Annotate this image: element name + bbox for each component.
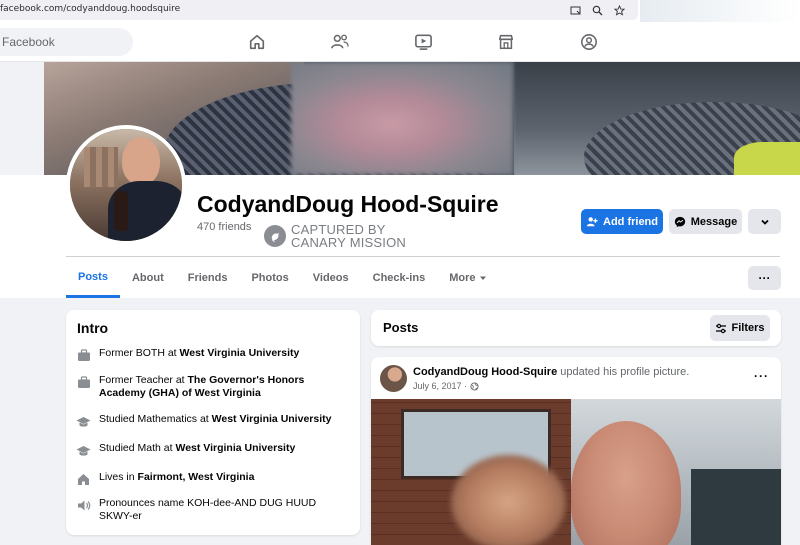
sliders-icon bbox=[716, 323, 727, 333]
marketplace-icon[interactable] bbox=[494, 30, 518, 54]
bookmark-star-icon[interactable] bbox=[612, 3, 626, 17]
profile-tabs: Posts About Friends Photos Videos Check-… bbox=[66, 258, 499, 298]
post-card: CodyandDoug Hood-Squire updated his prof… bbox=[371, 357, 781, 545]
intro-text: Studied Mathematics at bbox=[99, 413, 212, 425]
chevron-down-icon bbox=[760, 219, 769, 225]
profile-name: CodyandDoug Hood-Squire bbox=[197, 191, 499, 217]
message-label: Message bbox=[690, 215, 738, 228]
posts-header-card: Posts Filters bbox=[371, 310, 781, 346]
graduation-cap-icon bbox=[76, 414, 91, 429]
intro-link[interactable]: West Virginia University bbox=[212, 413, 332, 425]
intro-title: Intro bbox=[77, 320, 109, 336]
tab-videos[interactable]: Videos bbox=[301, 258, 361, 298]
tab-label: More bbox=[449, 272, 476, 284]
intro-item-location: Lives in Fairmont, West Virginia bbox=[76, 471, 351, 487]
url-field[interactable]: facebook.com/codyanddoug.hoodsquire bbox=[0, 0, 638, 20]
add-friend-label: Add friend bbox=[603, 215, 658, 228]
post-date[interactable]: July 6, 2017 · bbox=[413, 381, 467, 391]
blurred-face-region bbox=[291, 62, 513, 175]
intro-link[interactable]: West Virginia University bbox=[180, 347, 300, 359]
blurred-face-region bbox=[451, 455, 566, 545]
home-icon[interactable] bbox=[245, 30, 269, 54]
ellipsis-icon: ··· bbox=[758, 271, 771, 285]
add-friend-button[interactable]: Add friend bbox=[581, 209, 663, 234]
briefcase-icon bbox=[76, 375, 91, 390]
search-input[interactable]: Facebook bbox=[0, 28, 133, 56]
speaker-icon[interactable] bbox=[76, 498, 91, 513]
intro-text: Former BOTH at bbox=[99, 347, 180, 359]
divider bbox=[66, 256, 780, 257]
intro-item-work-1: Former BOTH at West Virginia University bbox=[76, 347, 351, 363]
intro-link[interactable]: Fairmont, West Virginia bbox=[138, 471, 255, 483]
profile-picture[interactable] bbox=[66, 125, 186, 245]
post-author-name[interactable]: CodyandDoug Hood-Squire bbox=[413, 366, 557, 378]
post-author-avatar[interactable] bbox=[380, 365, 407, 392]
tab-label: Photos bbox=[251, 272, 289, 284]
message-button[interactable]: Message bbox=[669, 209, 742, 234]
groups-icon[interactable] bbox=[577, 30, 601, 54]
intro-link[interactable]: West Virginia University bbox=[175, 442, 295, 454]
url-text[interactable]: facebook.com/codyanddoug.hoodsquire bbox=[0, 4, 180, 14]
post-header-line: CodyandDoug Hood-Squire updated his prof… bbox=[413, 366, 689, 378]
post-photo[interactable] bbox=[371, 399, 781, 545]
friends-count[interactable]: 470 friends bbox=[197, 221, 251, 233]
pixelated-face-region bbox=[84, 147, 118, 187]
tab-photos[interactable]: Photos bbox=[239, 258, 300, 298]
intro-text: Former Teacher at bbox=[99, 374, 188, 386]
tab-label: Check-ins bbox=[372, 272, 426, 284]
search-placeholder: Facebook bbox=[2, 35, 55, 49]
post-options-icon[interactable]: ··· bbox=[754, 369, 769, 383]
tab-posts[interactable]: Posts bbox=[66, 258, 120, 298]
browser-address-bar: facebook.com/codyanddoug.hoodsquire bbox=[0, 0, 800, 22]
tab-label: Posts bbox=[78, 270, 108, 283]
home-icon bbox=[76, 472, 91, 487]
tab-about[interactable]: About bbox=[120, 258, 176, 298]
intro-item-education-1: Studied Mathematics at West Virginia Uni… bbox=[76, 413, 351, 429]
canary-mission-watermark: CAPTURED BY CANARY MISSION bbox=[264, 223, 406, 249]
intro-item-education-2: Studied Math at West Virginia University bbox=[76, 442, 351, 458]
tab-more[interactable]: More bbox=[437, 258, 499, 298]
globe-icon bbox=[470, 381, 479, 391]
video-icon[interactable] bbox=[411, 30, 435, 54]
tab-label: Friends bbox=[187, 272, 228, 284]
tab-friends[interactable]: Friends bbox=[176, 258, 240, 298]
graduation-cap-icon bbox=[76, 443, 91, 458]
profile-dropdown-button[interactable] bbox=[748, 209, 781, 234]
caret-down-icon bbox=[480, 276, 487, 280]
intro-item-pronunciation: Pronounces name KOH-dee-AND DUG HUUD SKW… bbox=[76, 497, 351, 523]
post-action-text: updated his profile picture. bbox=[560, 366, 690, 378]
posts-title: Posts bbox=[383, 320, 419, 335]
messenger-icon bbox=[674, 216, 685, 227]
watermark-line-2: CANARY MISSION bbox=[291, 235, 407, 250]
canary-bird-icon bbox=[264, 225, 286, 247]
filters-button[interactable]: Filters bbox=[710, 315, 770, 341]
intro-item-work-2: Former Teacher at The Governor's Honors … bbox=[76, 374, 351, 400]
intro-card: Intro Former BOTH at West Virginia Unive… bbox=[66, 310, 360, 535]
intro-text: Pronounces name KOH-dee-AND DUG HUUD SKW… bbox=[99, 497, 317, 522]
tabs-overflow-button[interactable]: ··· bbox=[748, 266, 781, 290]
top-navigation: Facebook bbox=[0, 22, 800, 62]
intro-text: Lives in bbox=[99, 471, 138, 483]
zoom-icon[interactable] bbox=[590, 3, 604, 17]
friends-icon[interactable] bbox=[328, 30, 352, 54]
reader-view-icon[interactable] bbox=[568, 3, 582, 17]
add-person-icon bbox=[586, 216, 598, 226]
post-meta: July 6, 2017 · bbox=[413, 381, 479, 391]
briefcase-icon bbox=[76, 348, 91, 363]
filters-label: Filters bbox=[731, 322, 765, 334]
tab-label: Videos bbox=[312, 272, 349, 284]
tab-check-ins[interactable]: Check-ins bbox=[361, 258, 438, 298]
tab-label: About bbox=[131, 272, 164, 284]
browser-toolbar-area bbox=[640, 0, 800, 22]
intro-text: Studied Math at bbox=[99, 442, 176, 454]
